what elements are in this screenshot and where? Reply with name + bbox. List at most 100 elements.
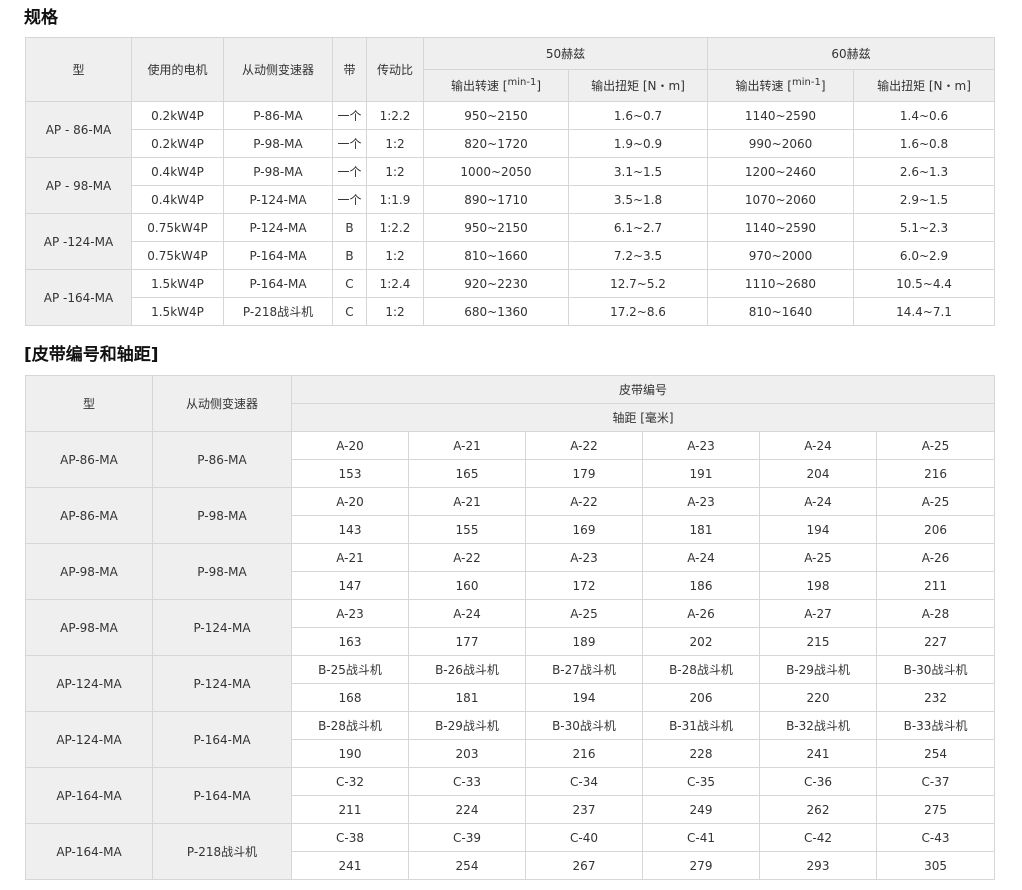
belt-distance-cell: 206 (875, 515, 996, 544)
belt-distance-cell: 181 (408, 683, 526, 712)
belt-number-cell: B-30战斗机 (525, 711, 643, 740)
belt-row: AP-124-MA P-164-MA B-28战斗机 B-29战斗机 B-30战斗机 B-… (25, 711, 996, 768)
belt-number-cell: A-24 (759, 487, 877, 516)
belt-distance-cell: 172 (525, 571, 643, 600)
belt-reducer-cell: P-164-MA (152, 711, 292, 768)
belt-reducer-cell: P-164-MA (152, 767, 292, 824)
spec-motor-cell: 0.2kW4P (131, 101, 224, 130)
belt-table: 型 从动侧变速器 皮带编号 轴距 [毫米] AP-86-MA P-86-MA A-2… (25, 375, 996, 880)
spec-torque50-cell: 17.2~8.6 (568, 297, 708, 326)
belt-distance-cell: 203 (408, 739, 526, 768)
belt-number-cell: A-22 (525, 431, 643, 460)
spec-reducer-cell: P-164-MA (223, 241, 333, 270)
spec-speed60-cell: 1200~2460 (707, 157, 854, 186)
spec-header-reducer: 从动侧变速器 (223, 37, 333, 102)
belt-number-cell: C-37 (875, 767, 996, 796)
belt-distance-cell: 220 (759, 683, 877, 712)
belt-model-cell: AP-98-MA (25, 543, 153, 600)
belt-number-cell: A-25 (759, 543, 877, 572)
spec-belt-cell: 一个 (332, 185, 367, 214)
spec-belt-cell: 一个 (332, 129, 367, 158)
belt-distance-cell: 293 (759, 851, 877, 880)
belt-distance-cell: 275 (875, 795, 996, 824)
spec-model-cell: AP - 98-MA (25, 157, 132, 214)
spec-ratio-cell: 1:2 (366, 157, 424, 186)
spec-table: 型 使用的电机 从动侧变速器 带 传动比 50赫兹 60赫兹 输出转速 [min… (25, 37, 995, 326)
belt-number-cell: C-43 (875, 823, 996, 852)
belt-distance-cell: 232 (875, 683, 996, 712)
belt-reducer-cell: P-98-MA (152, 543, 292, 600)
spec-speed50-cell: 680~1360 (423, 297, 569, 326)
belt-distance-cell: 202 (642, 627, 760, 656)
belt-distance-cell: 190 (291, 739, 409, 768)
spec-torque50-cell: 1.6~0.7 (568, 101, 708, 130)
belt-row: AP-86-MA P-98-MA A-20 A-21 A-22 A-23 A-24 A-25 (25, 487, 996, 544)
belt-number-cell: C-36 (759, 767, 877, 796)
spec-row: 0.2kW4P P-98-MA 一个 1:2 820~1720 1.9~0.9 990~20… (26, 129, 995, 158)
spec-row: 1.5kW4P P-218战斗机 C 1:2 680~1360 17.2~8.6 810~1… (26, 297, 995, 326)
belt-model-cell: AP-124-MA (25, 655, 153, 712)
spec-ratio-cell: 1:2.4 (366, 269, 424, 298)
belt-distance-cell: 206 (642, 683, 760, 712)
spec-header-torque-60: 输出扭矩 [N・m] (853, 69, 995, 102)
belt-distance-cell: 160 (408, 571, 526, 600)
spec-belt-cell: B (332, 241, 367, 270)
belt-distance-cell: 153 (291, 459, 409, 488)
belt-distance-cell: 198 (759, 571, 877, 600)
spec-header-model: 型 (25, 37, 132, 102)
belt-distance-cell: 249 (642, 795, 760, 824)
belt-number-cell: A-20 (291, 487, 409, 516)
belt-number-cell: B-26战斗机 (408, 655, 526, 684)
belt-number-cell: A-23 (525, 543, 643, 572)
belt-distance-cell: 224 (408, 795, 526, 824)
belt-row: AP-164-MA P-218战斗机 C-38 C-39 C-40 C-41 C-42 C-4… (25, 823, 996, 880)
belt-number-cell: B-31战斗机 (642, 711, 760, 740)
belt-number-cell: B-33战斗机 (875, 711, 996, 740)
belt-reducer-cell: P-124-MA (152, 599, 292, 656)
spec-speed50-cell: 920~2230 (423, 269, 569, 298)
spec-row: AP - 98-MA 0.4kW4P P-98-MA 一个 1:2 1000~2050 3.… (25, 157, 995, 214)
spec-motor-cell: 0.75kW4P (131, 241, 224, 270)
belt-number-cell: A-25 (875, 431, 996, 460)
belt-number-cell: A-25 (525, 599, 643, 628)
spec-ratio-cell: 1:2.2 (366, 101, 424, 130)
spec-motor-cell: 0.4kW4P (131, 185, 224, 214)
belt-distance-cell: 241 (291, 851, 409, 880)
belt-reducer-cell: P-218战斗机 (152, 823, 292, 880)
belt-number-cell: A-23 (642, 431, 760, 460)
belt-distance-cell: 177 (408, 627, 526, 656)
belt-distance-cell: 254 (408, 851, 526, 880)
belt-header-model: 型 (25, 375, 153, 432)
spec-motor-cell: 1.5kW4P (131, 269, 224, 298)
spec-belt-cell: C (332, 297, 367, 326)
spec-reducer-cell: P-164-MA (223, 269, 333, 298)
belt-reducer-cell: P-124-MA (152, 655, 292, 712)
spec-reducer-cell: P-98-MA (223, 129, 333, 158)
belt-distance-cell: 241 (759, 739, 877, 768)
belt-distance-cell: 237 (525, 795, 643, 824)
spec-speed60-cell: 810~1640 (707, 297, 854, 326)
belt-distance-cell: 215 (759, 627, 877, 656)
belt-header-belt-no: 皮带编号 (290, 375, 996, 404)
spec-header-speed-50: 输出转速 [min-1] (423, 69, 569, 102)
spec-row: 0.75kW4P P-164-MA B 1:2 810~1660 7.2~3.5 970~2… (26, 241, 995, 270)
belt-distance-cell: 254 (875, 739, 996, 768)
belt-distance-cell: 181 (642, 515, 760, 544)
belt-number-cell: A-28 (875, 599, 996, 628)
spec-torque60-cell: 6.0~2.9 (853, 241, 995, 270)
belt-model-cell: AP-164-MA (25, 823, 153, 880)
spec-header-ratio: 传动比 (366, 37, 424, 102)
spec-torque60-cell: 5.1~2.3 (853, 213, 995, 242)
belt-distance-cell: 262 (759, 795, 877, 824)
belt-model-cell: AP-98-MA (25, 599, 153, 656)
belt-number-cell: C-32 (291, 767, 409, 796)
belt-number-cell: A-23 (642, 487, 760, 516)
belt-distance-cell: 194 (759, 515, 877, 544)
belt-distance-cell: 147 (291, 571, 409, 600)
belt-number-cell: A-22 (408, 543, 526, 572)
belt-title: [皮带编号和轴距] (24, 345, 159, 365)
belt-model-cell: AP-86-MA (25, 431, 153, 488)
spec-torque50-cell: 7.2~3.5 (568, 241, 708, 270)
belt-distance-cell: 228 (642, 739, 760, 768)
spec-row: AP - 86-MA 0.2kW4P P-86-MA 一个 1:2.2 950~2150 1… (25, 101, 995, 158)
